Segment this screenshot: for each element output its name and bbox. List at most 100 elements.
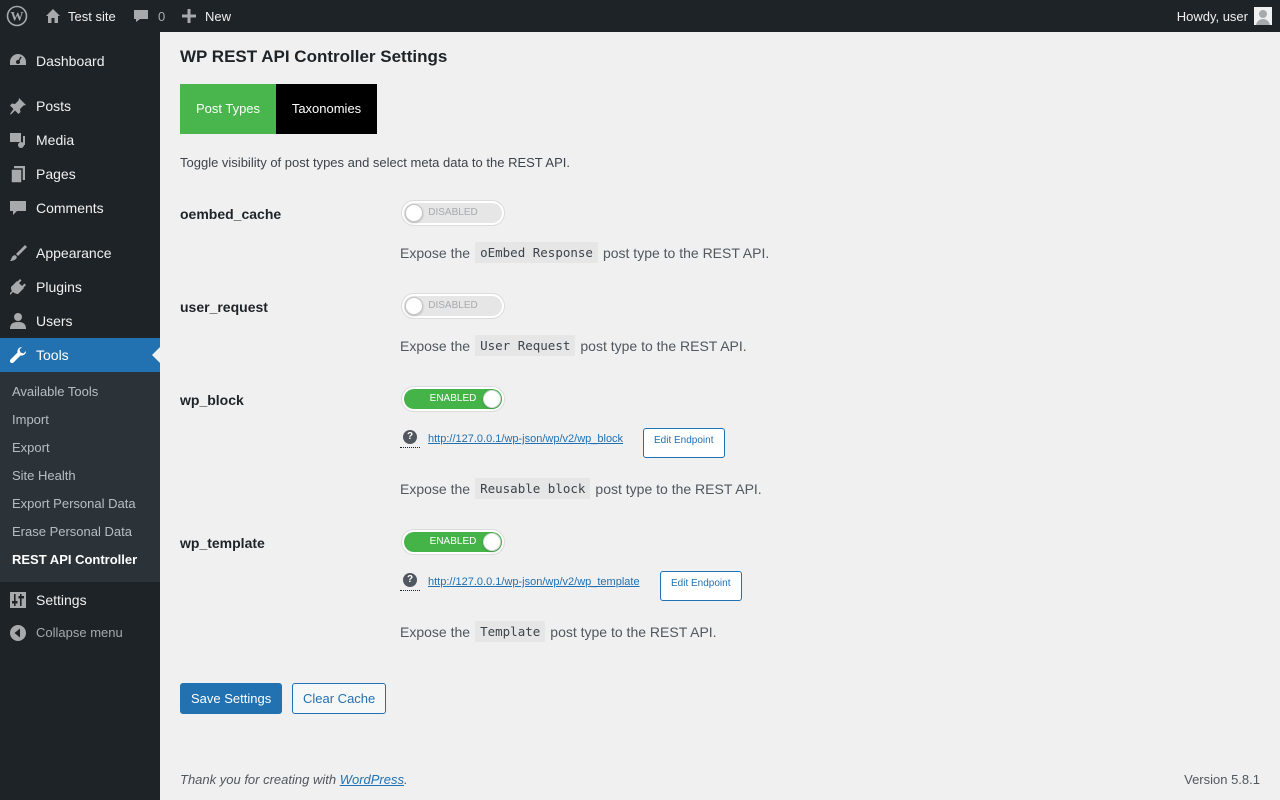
desc-suffix: post type to the REST API. — [595, 480, 762, 497]
collapse-label: Collapse menu — [36, 625, 123, 640]
desc-prefix: Expose the — [400, 480, 471, 497]
user-icon — [10, 313, 26, 329]
toggle-state: ENABLED — [429, 393, 477, 404]
menu-label: Media — [36, 132, 75, 148]
endpoint-link[interactable]: http://127.0.0.1/wp-json/wp/v2/wp_templa… — [428, 576, 640, 588]
visibility-toggle[interactable]: ENABLED — [401, 529, 505, 555]
menu-label: Settings — [36, 592, 87, 608]
collapse-menu-button[interactable]: Collapse menu — [0, 616, 160, 650]
admin-bar: W Test site 0 New Howdy, user — [0, 0, 1280, 32]
post-type-label: Reusable block — [475, 478, 591, 499]
help-icon[interactable]: ? — [400, 430, 420, 448]
menu-tools[interactable]: Tools — [0, 338, 160, 372]
comment-icon — [134, 10, 148, 22]
menu-appearance[interactable]: Appearance — [0, 236, 160, 270]
menu-label: Dashboard — [36, 53, 105, 69]
tab-post-types[interactable]: Post Types — [180, 84, 276, 134]
post-type-description: Expose the Template post type to the RES… — [400, 621, 717, 642]
post-type-description: Expose the Reusable block post type to t… — [400, 478, 762, 499]
tools-submenu: Available Tools Import Export Site Healt… — [0, 372, 160, 582]
desc-prefix: Expose the — [400, 623, 471, 640]
post-type-label: oEmbed Response — [475, 242, 598, 263]
menu-users[interactable]: Users — [0, 304, 160, 338]
menu-label: Plugins — [36, 279, 82, 295]
footer-thanks-prefix: Thank you for creating with — [180, 772, 340, 787]
pages-icon — [10, 166, 25, 184]
toggle-state: ENABLED — [429, 536, 477, 547]
post-type-name: wp_template — [180, 535, 265, 551]
footer-thanks-suffix: . — [404, 772, 408, 787]
wordpress-link[interactable]: WordPress — [340, 772, 404, 787]
clear-cache-button[interactable]: Clear Cache — [292, 683, 387, 714]
account-menu[interactable]: Howdy, user — [1177, 0, 1272, 32]
menu-settings[interactable]: Settings — [0, 583, 160, 617]
page-title: WP REST API Controller Settings — [180, 47, 448, 66]
home-icon — [46, 9, 60, 23]
post-type-label: Template — [475, 621, 546, 642]
footer-version: Version 5.8.1 — [1184, 772, 1260, 787]
toggle-state: DISABLED — [428, 300, 478, 311]
comments-link[interactable]: 0 — [132, 0, 165, 32]
svg-text:W: W — [11, 9, 24, 24]
footer-thanks: Thank you for creating with WordPress. — [180, 772, 408, 787]
menu-label: Posts — [36, 98, 72, 114]
dashboard-icon — [10, 54, 26, 65]
endpoint-link[interactable]: http://127.0.0.1/wp-json/wp/v2/wp_block — [428, 433, 623, 445]
menu-label: Tools — [36, 347, 69, 363]
desc-suffix: post type to the REST API. — [550, 623, 717, 640]
menu-plugins[interactable]: Plugins — [0, 270, 160, 304]
post-type-description: Expose the oEmbed Response post type to … — [400, 242, 769, 263]
new-label: New — [205, 8, 232, 24]
submenu-erase-personal-data[interactable]: Erase Personal Data — [12, 522, 132, 542]
menu-label: Appearance — [36, 245, 112, 261]
visibility-toggle[interactable]: DISABLED — [401, 200, 505, 226]
submenu-available-tools[interactable]: Available Tools — [12, 382, 98, 402]
toggle-state: DISABLED — [428, 207, 478, 218]
save-settings-button[interactable]: Save Settings — [180, 683, 283, 714]
edit-endpoint-button[interactable]: Edit Endpoint — [643, 428, 725, 458]
submenu-site-health[interactable]: Site Health — [12, 466, 76, 486]
brush-icon — [10, 245, 27, 261]
menu-pages[interactable]: Pages — [0, 157, 160, 191]
site-name-link[interactable]: Test site — [44, 0, 116, 32]
menu-label: Users — [36, 313, 73, 329]
visibility-toggle[interactable]: ENABLED — [401, 386, 505, 412]
post-type-name: user_request — [180, 299, 268, 315]
plug-icon — [10, 279, 26, 295]
submenu-import[interactable]: Import — [12, 410, 49, 430]
post-type-description: Expose the User Request post type to the… — [400, 335, 747, 356]
desc-suffix: post type to the REST API. — [602, 244, 770, 261]
menu-media[interactable]: Media — [0, 123, 160, 157]
media-icon — [10, 133, 25, 148]
menu-label: Pages — [36, 166, 76, 182]
submenu-rest-api-controller[interactable]: REST API Controller — [12, 550, 137, 570]
endpoint-row: ? http://127.0.0.1/wp-json/wp/v2/wp_temp… — [400, 573, 640, 591]
endpoint-row: ? http://127.0.0.1/wp-json/wp/v2/wp_bloc… — [400, 430, 623, 448]
wrench-icon — [9, 347, 26, 364]
sliders-icon — [10, 592, 26, 608]
tab-taxonomies[interactable]: Taxonomies — [276, 84, 377, 134]
desc-suffix: post type to the REST API. — [580, 337, 747, 354]
menu-dashboard[interactable]: Dashboard — [0, 44, 160, 78]
comments-count: 0 — [158, 8, 166, 24]
edit-endpoint-button[interactable]: Edit Endpoint — [660, 571, 742, 601]
post-type-label: User Request — [475, 335, 576, 356]
submenu-export-personal-data[interactable]: Export Personal Data — [12, 494, 136, 514]
admin-sidebar: Dashboard Posts Media Pages Comments App… — [0, 32, 160, 800]
submenu-export[interactable]: Export — [12, 438, 50, 458]
post-type-name: wp_block — [180, 392, 244, 408]
wordpress-logo-icon[interactable]: W — [6, 0, 28, 32]
pin-icon — [10, 98, 26, 115]
desc-prefix: Expose the — [400, 337, 471, 354]
menu-comments[interactable]: Comments — [0, 191, 160, 225]
post-type-name: oembed_cache — [180, 206, 282, 222]
collapse-arrow-icon — [10, 625, 26, 641]
intro-text: Toggle visibility of post types and sele… — [180, 155, 570, 170]
visibility-toggle[interactable]: DISABLED — [401, 293, 505, 319]
new-content-link[interactable]: New — [181, 0, 231, 32]
greeting: Howdy, user — [1176, 8, 1248, 24]
menu-label: Comments — [36, 200, 104, 216]
site-name: Test site — [68, 8, 116, 24]
help-icon[interactable]: ? — [400, 573, 420, 591]
menu-posts[interactable]: Posts — [0, 89, 160, 123]
